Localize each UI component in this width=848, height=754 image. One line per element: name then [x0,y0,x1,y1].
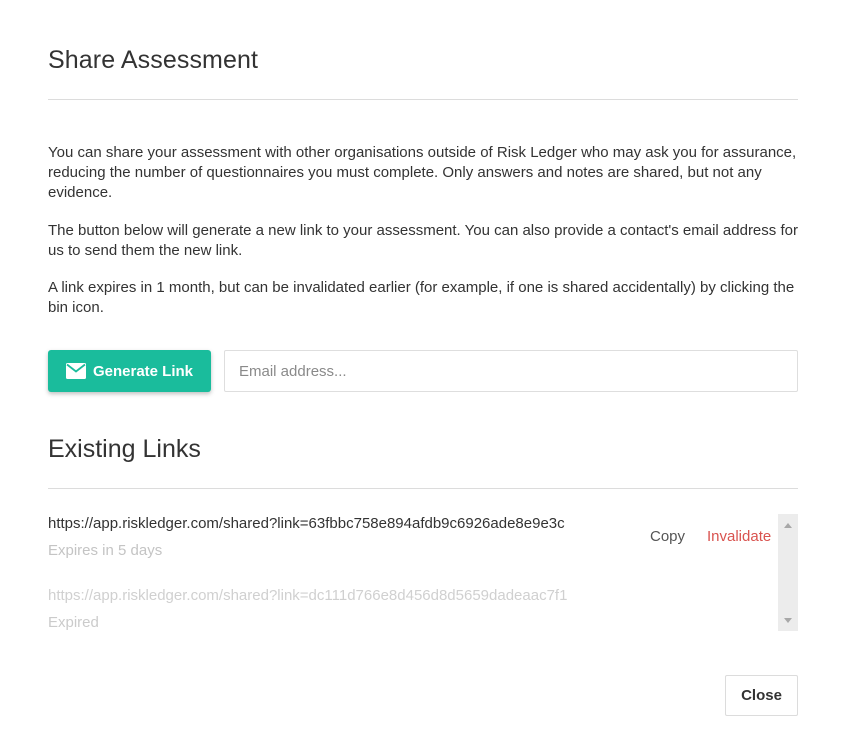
intro-paragraph: You can share your assessment with other… [48,144,797,201]
email-address-input[interactable] [224,350,798,392]
envelope-icon [65,363,86,379]
generate-link-label: Generate Link [92,362,194,380]
list-item: https://app.riskledger.com/shared?link=d… [48,586,778,631]
existing-links-divider [48,488,798,489]
share-assessment-dialog: Share Assessment You can share your asse… [0,0,848,754]
scroll-up-arrow-icon[interactable] [778,517,798,533]
list-item: https://app.riskledger.com/shared?link=6… [48,514,778,561]
existing-links-list: https://app.riskledger.com/shared?link=6… [48,514,798,631]
link-url: https://app.riskledger.com/shared?link=d… [48,587,568,604]
existing-links-title: Existing Links [48,435,201,463]
dialog-title: Share Assessment [48,46,259,74]
generate-info-paragraph: The button below will generate a new lin… [48,222,798,259]
invalidate-link-button[interactable]: Invalidate [707,528,771,545]
scroll-down-arrow-icon[interactable] [778,612,798,628]
expiry-info-paragraph: A link expires in 1 month, but can be in… [48,279,795,316]
links-scrollbar[interactable] [778,514,798,631]
copy-link-button[interactable]: Copy [650,528,685,545]
close-button[interactable]: Close [725,675,798,716]
link-status: Expired [48,614,99,631]
title-divider [48,99,798,100]
generate-link-button[interactable]: Generate Link [48,350,211,392]
